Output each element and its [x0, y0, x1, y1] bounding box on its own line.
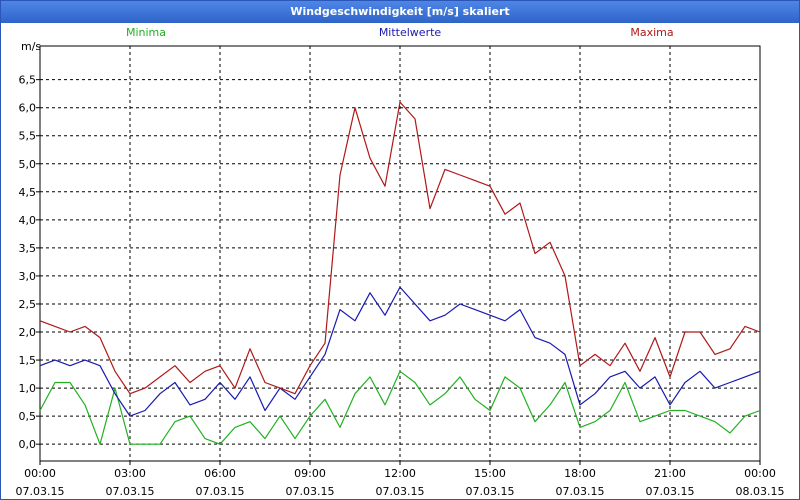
- x-tick-date-label: 07.03.15: [16, 485, 65, 498]
- x-tick-time-label: 00:00: [24, 467, 56, 480]
- x-tick-date-label: 08.03.15: [736, 485, 785, 498]
- x-tick-date-label: 07.03.15: [286, 485, 335, 498]
- chart-window: Windgeschwindigkeit [m/s] skaliert 0,0 0,…: [0, 0, 800, 500]
- x-tick-time-label: 06:00: [204, 467, 236, 480]
- y-tick-label: 4,5: [19, 186, 37, 199]
- y-axis-label: m/s: [21, 40, 41, 53]
- y-tick-label: 5,5: [19, 130, 37, 143]
- x-tick-time-label: 15:00: [474, 467, 506, 480]
- y-tick-label: 0,0: [19, 438, 37, 451]
- x-tick-date-label: 07.03.15: [196, 485, 245, 498]
- y-tick-label: 6,5: [19, 74, 37, 87]
- x-tick-time-label: 03:00: [114, 467, 146, 480]
- y-tick-label: 0,5: [19, 410, 37, 423]
- x-tick-time-label: 18:00: [564, 467, 596, 480]
- x-tick-date-label: 07.03.15: [556, 485, 605, 498]
- x-tick-date-label: 07.03.15: [106, 485, 155, 498]
- wind-speed-chart: 0,0 0,5 1,0 1,5 2,0 2,5 3,0 3,5 4,0 4,5 5,0 5,5 6,0 6…: [16, 26, 785, 498]
- x-tick-time-label: 21:00: [654, 467, 686, 480]
- x-tick-date-label: 07.03.15: [376, 485, 425, 498]
- legend-entry-mittelwerte: Mittelwerte: [379, 26, 442, 39]
- legend: Minima Mittelwerte Maxima: [126, 26, 674, 39]
- y-tick-label: 3,5: [19, 242, 37, 255]
- y-tick-label: 4,0: [19, 214, 37, 227]
- x-tick-time-label: 09:00: [294, 467, 326, 480]
- y-tick-label: 2,5: [19, 298, 37, 311]
- y-tick-label: 6,0: [19, 102, 37, 115]
- x-tick-time-label: 00:00: [744, 467, 776, 480]
- y-tick-label: 5,0: [19, 158, 37, 171]
- legend-entry-maxima: Maxima: [630, 26, 673, 39]
- x-tick-date-label: 07.03.15: [646, 485, 695, 498]
- y-tick-label: 2,0: [19, 326, 37, 339]
- y-tick-label: 1,5: [19, 354, 37, 367]
- x-tick-date-label: 07.03.15: [466, 485, 515, 498]
- window-title: Windgeschwindigkeit [m/s] skaliert: [1, 1, 799, 23]
- y-tick-label: 1,0: [19, 382, 37, 395]
- y-tick-label: 3,0: [19, 270, 37, 283]
- legend-entry-minima: Minima: [126, 26, 166, 39]
- x-tick-time-label: 12:00: [384, 467, 416, 480]
